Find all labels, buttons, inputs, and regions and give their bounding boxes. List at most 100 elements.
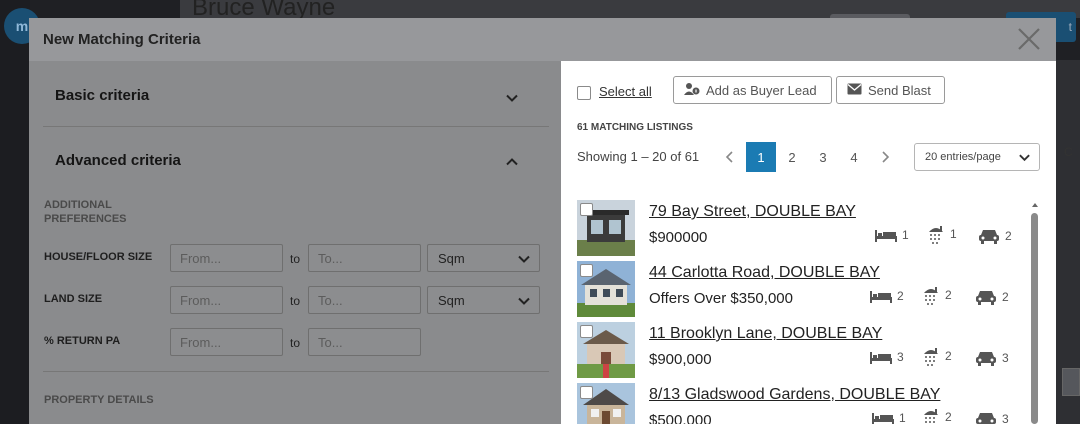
chevron-down-icon[interactable] [505, 91, 519, 105]
bedrooms: 1 [875, 228, 909, 242]
select-all-checkbox[interactable] [577, 86, 591, 100]
pagination-page-1[interactable]: 1 [746, 142, 776, 172]
parking: 3 [975, 350, 1009, 366]
listing-price: $500,000 [649, 412, 712, 424]
listings-panel: Select all Add as Buyer Lead Send Blast … [561, 61, 1056, 424]
modal-title: New Matching Criteria [43, 31, 201, 48]
bedroom-count: 2 [897, 289, 904, 303]
to-label: to [290, 336, 301, 350]
listing-address[interactable]: 44 Carlotta Road, DOUBLE BAY [649, 264, 880, 282]
return-pa-label: % RETURN PA [44, 335, 121, 347]
listing-checkbox[interactable] [580, 325, 593, 338]
land-size-unit-select[interactable]: Sqm [427, 286, 540, 314]
send-blast-label: Send Blast [868, 82, 931, 98]
house-size-label: HOUSE/FLOOR SIZE [44, 251, 153, 263]
entries-per-page-select[interactable]: 20 entries/page [914, 143, 1040, 171]
add-buyer-lead-button[interactable]: Add as Buyer Lead [673, 76, 832, 104]
chevron-down-icon [517, 252, 531, 266]
criteria-panel: Basic criteria Advanced criteria ADDITIO… [29, 61, 561, 424]
to-label: to [290, 252, 301, 266]
divider [43, 126, 549, 127]
bedrooms: 1 [872, 411, 906, 424]
property-details-heading: PROPERTY DETAILS [44, 394, 154, 406]
pagination-page-4[interactable]: 4 [839, 142, 869, 172]
list-item[interactable]: 79 Bay Street, DOUBLE BAY $900000 1 1 2 [577, 200, 1027, 256]
listing-address[interactable]: 11 Brooklyn Lane, DOUBLE BAY [649, 325, 882, 343]
pagination-page-2[interactable]: 2 [777, 142, 807, 172]
bedrooms: 2 [870, 289, 904, 303]
land-size-to-input[interactable]: To... [308, 286, 421, 314]
house-size-from-input[interactable]: From... [170, 244, 283, 272]
chevron-down-icon [1018, 151, 1031, 164]
add-buyer-lead-label: Add as Buyer Lead [706, 82, 817, 98]
bathroom-count: 1 [950, 227, 957, 241]
house-size-unit-value: Sqm [438, 251, 465, 266]
parking: 2 [975, 289, 1009, 305]
return-from-input[interactable]: From... [170, 328, 283, 356]
car-icon [975, 289, 997, 305]
house-size-to-input[interactable]: To... [308, 244, 421, 272]
pagination-next-icon[interactable] [870, 142, 900, 172]
pagination-page-3[interactable]: 3 [808, 142, 838, 172]
chevron-up-icon[interactable] [505, 155, 519, 169]
select-all-link[interactable]: Select all [599, 84, 652, 99]
land-size-unit-value: Sqm [438, 293, 465, 308]
background-right-box [1062, 368, 1080, 396]
return-to-input[interactable]: To... [308, 328, 421, 356]
listing-price: $900000 [649, 229, 708, 246]
bedroom-count: 1 [902, 228, 909, 242]
bed-icon [872, 411, 894, 424]
entries-per-page-value: 20 entries/page [925, 151, 1001, 163]
additional-preferences-heading: ADDITIONAL PREFERENCES [44, 199, 127, 225]
parking-count: 3 [1002, 412, 1009, 424]
parking: 2 [978, 228, 1012, 244]
matching-listings-count: 61 MATCHING LISTINGS [577, 122, 693, 133]
advanced-criteria-header[interactable]: Advanced criteria [55, 152, 181, 169]
shower-icon [922, 285, 940, 305]
to-label: to [290, 294, 301, 308]
listing-checkbox[interactable] [580, 264, 593, 277]
showing-range: Showing 1 – 20 of 61 [577, 149, 700, 164]
parking-count: 2 [1005, 229, 1012, 243]
bed-icon [870, 289, 892, 303]
list-item[interactable]: 44 Carlotta Road, DOUBLE BAY Offers Over… [577, 261, 1027, 317]
chevron-down-icon [517, 294, 531, 308]
car-icon [975, 411, 997, 424]
bed-icon [875, 228, 897, 242]
bathroom-count: 2 [945, 410, 952, 424]
bathrooms: 1 [927, 224, 957, 244]
bed-icon [870, 350, 892, 364]
listing-checkbox[interactable] [580, 203, 593, 216]
background-right-label: C [1064, 145, 1073, 159]
parking: 3 [975, 411, 1009, 424]
list-item[interactable]: 8/13 Gladswood Gardens, DOUBLE BAY $500,… [577, 383, 1027, 424]
listing-checkbox[interactable] [580, 386, 593, 399]
bedroom-count: 3 [897, 350, 904, 364]
land-size-from-input[interactable]: From... [170, 286, 283, 314]
shower-icon [927, 224, 945, 244]
car-icon [975, 350, 997, 366]
divider [43, 371, 549, 372]
house-size-unit-select[interactable]: Sqm [427, 244, 540, 272]
bathrooms: 2 [922, 285, 952, 305]
background-sidebar [0, 0, 30, 424]
list-item[interactable]: 11 Brooklyn Lane, DOUBLE BAY $900,000 3 … [577, 322, 1027, 378]
pagination-prev-icon[interactable] [715, 142, 745, 172]
basic-criteria-header[interactable]: Basic criteria [55, 87, 149, 104]
bedroom-count: 1 [899, 411, 906, 424]
add-user-icon [684, 82, 700, 99]
close-icon[interactable] [1014, 24, 1044, 54]
shower-icon [922, 407, 940, 424]
bathrooms: 2 [922, 346, 952, 366]
envelope-icon [847, 83, 862, 98]
car-icon [978, 228, 1000, 244]
listing-price: $900,000 [649, 351, 712, 368]
scrollbar-thumb[interactable] [1031, 213, 1038, 424]
listing-price: Offers Over $350,000 [649, 290, 793, 307]
listing-address[interactable]: 79 Bay Street, DOUBLE BAY [649, 203, 856, 221]
shower-icon [922, 346, 940, 366]
bathrooms: 2 [922, 407, 952, 424]
send-blast-button[interactable]: Send Blast [836, 76, 945, 104]
listing-address[interactable]: 8/13 Gladswood Gardens, DOUBLE BAY [649, 386, 940, 404]
listings-list: 79 Bay Street, DOUBLE BAY $900000 1 1 2 [577, 198, 1027, 424]
